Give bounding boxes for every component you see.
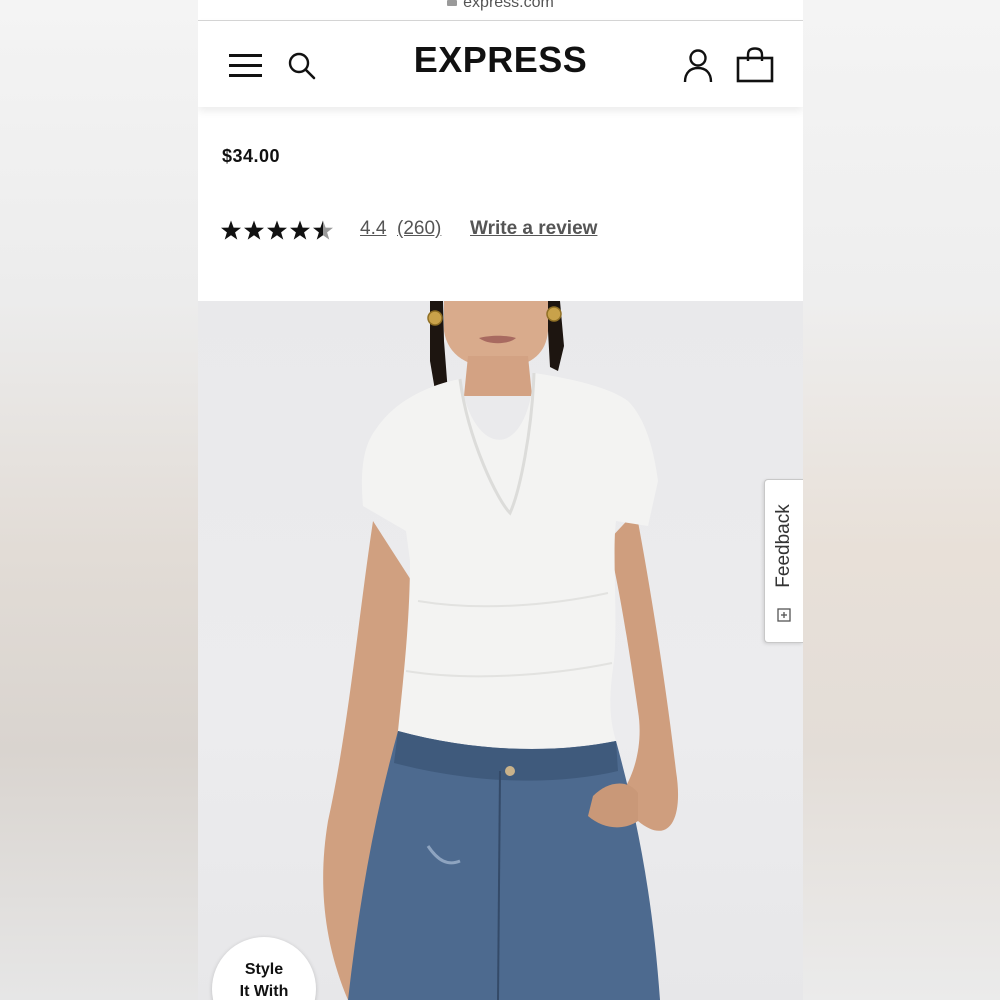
write-review-link[interactable]: Write a review [470,218,597,240]
product-price: $34.00 [222,146,281,166]
review-count-link[interactable]: (260) [397,218,441,240]
blurred-backdrop-right [803,0,1000,1000]
star-icon [290,220,310,240]
partial-star-icon [313,220,333,240]
browser-url-bar[interactable]: express.com [198,0,803,21]
star-rating[interactable] [220,216,338,244]
url-text: express.com [463,0,554,12]
shopping-bag-icon[interactable] [736,47,774,83]
star-icon [221,220,241,240]
feedback-tab[interactable]: Feedback [764,479,803,643]
model-wearing-tshirt-image [323,301,679,1000]
product-photo[interactable] [198,301,803,1000]
phone-screen: express.com EXPRESS $34.00 4.4 (260) Wri… [198,0,803,1000]
site-header: EXPRESS [198,21,803,107]
feedback-label: Feedback [773,504,794,588]
style-badge-line1: Style [244,961,284,978]
lock-icon [447,0,458,6]
account-icon[interactable] [682,48,714,84]
blurred-backdrop-left [0,0,198,1000]
star-icon [244,220,264,240]
rating-value-link[interactable]: 4.4 [360,218,386,240]
star-icon [267,220,287,240]
style-badge-line2: It With [239,983,289,1000]
feedback-icon [777,608,791,622]
